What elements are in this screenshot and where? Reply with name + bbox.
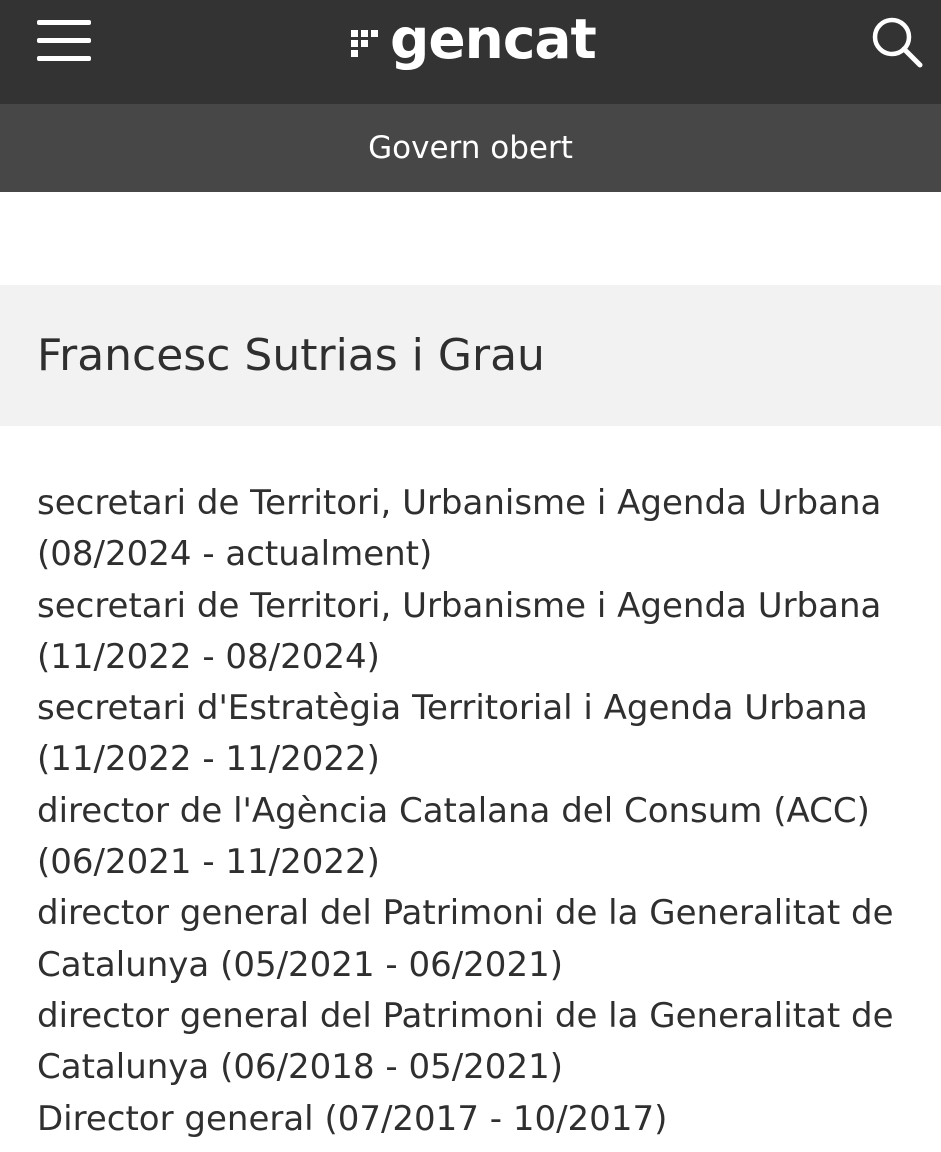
menu-line (37, 56, 91, 61)
position-period: (06/2021 - 11/2022) (37, 842, 380, 883)
position-period: (11/2022 - 08/2024) (37, 636, 380, 677)
position-role: secretari de Territori, Urbanisme i Agen… (37, 483, 882, 523)
gencat-logo-mark-icon (351, 30, 378, 57)
menu-line (37, 38, 91, 43)
spacer (0, 192, 941, 285)
section-title[interactable]: Govern obert (368, 130, 573, 166)
list-item: director general del Patrimoni de la Gen… (37, 991, 921, 1094)
person-header: Francesc Sutrias i Grau (0, 285, 941, 426)
list-item: secretari de Territori, Urbanisme i Agen… (37, 478, 921, 581)
position-period: (07/2017 - 10/2017) (324, 1098, 668, 1139)
top-bar: gencat (0, 0, 941, 104)
position-period: (06/2018 - 05/2021) (220, 1047, 563, 1088)
position-period: (05/2021 - 06/2021) (220, 944, 563, 985)
position-role: Director general (37, 1098, 314, 1139)
position-role: secretari d'Estratègia Territorial i Age… (37, 688, 868, 729)
gencat-logo[interactable]: gencat (350, 4, 597, 84)
list-item: secretari d'Estratègia Territorial i Age… (37, 683, 921, 786)
list-item: Director general (07/2017 - 10/2017) (37, 1094, 921, 1145)
list-item: secretari de Territori, Urbanisme i Agen… (37, 581, 921, 684)
position-period: (11/2022 - 11/2022) (37, 739, 380, 780)
search-icon[interactable] (869, 14, 925, 70)
list-item: director general del Patrimoni de la Gen… (37, 888, 921, 991)
menu-line (37, 20, 91, 25)
list-item: director de l'Agència Catalana del Consu… (37, 786, 921, 889)
position-period: (08/2024 - actualment) (37, 534, 433, 575)
positions-list: secretari de Territori, Urbanisme i Agen… (0, 426, 941, 1145)
position-role: director de l'Agència Catalana del Consu… (37, 790, 870, 831)
search-glyph (872, 17, 923, 68)
position-role: secretari de Territori, Urbanisme i Agen… (37, 585, 882, 626)
brand-name: gencat (390, 7, 597, 71)
person-name: Francesc Sutrias i Grau (37, 330, 545, 381)
section-bar[interactable]: Govern obert (0, 104, 941, 192)
hamburger-menu-icon[interactable] (37, 20, 91, 62)
